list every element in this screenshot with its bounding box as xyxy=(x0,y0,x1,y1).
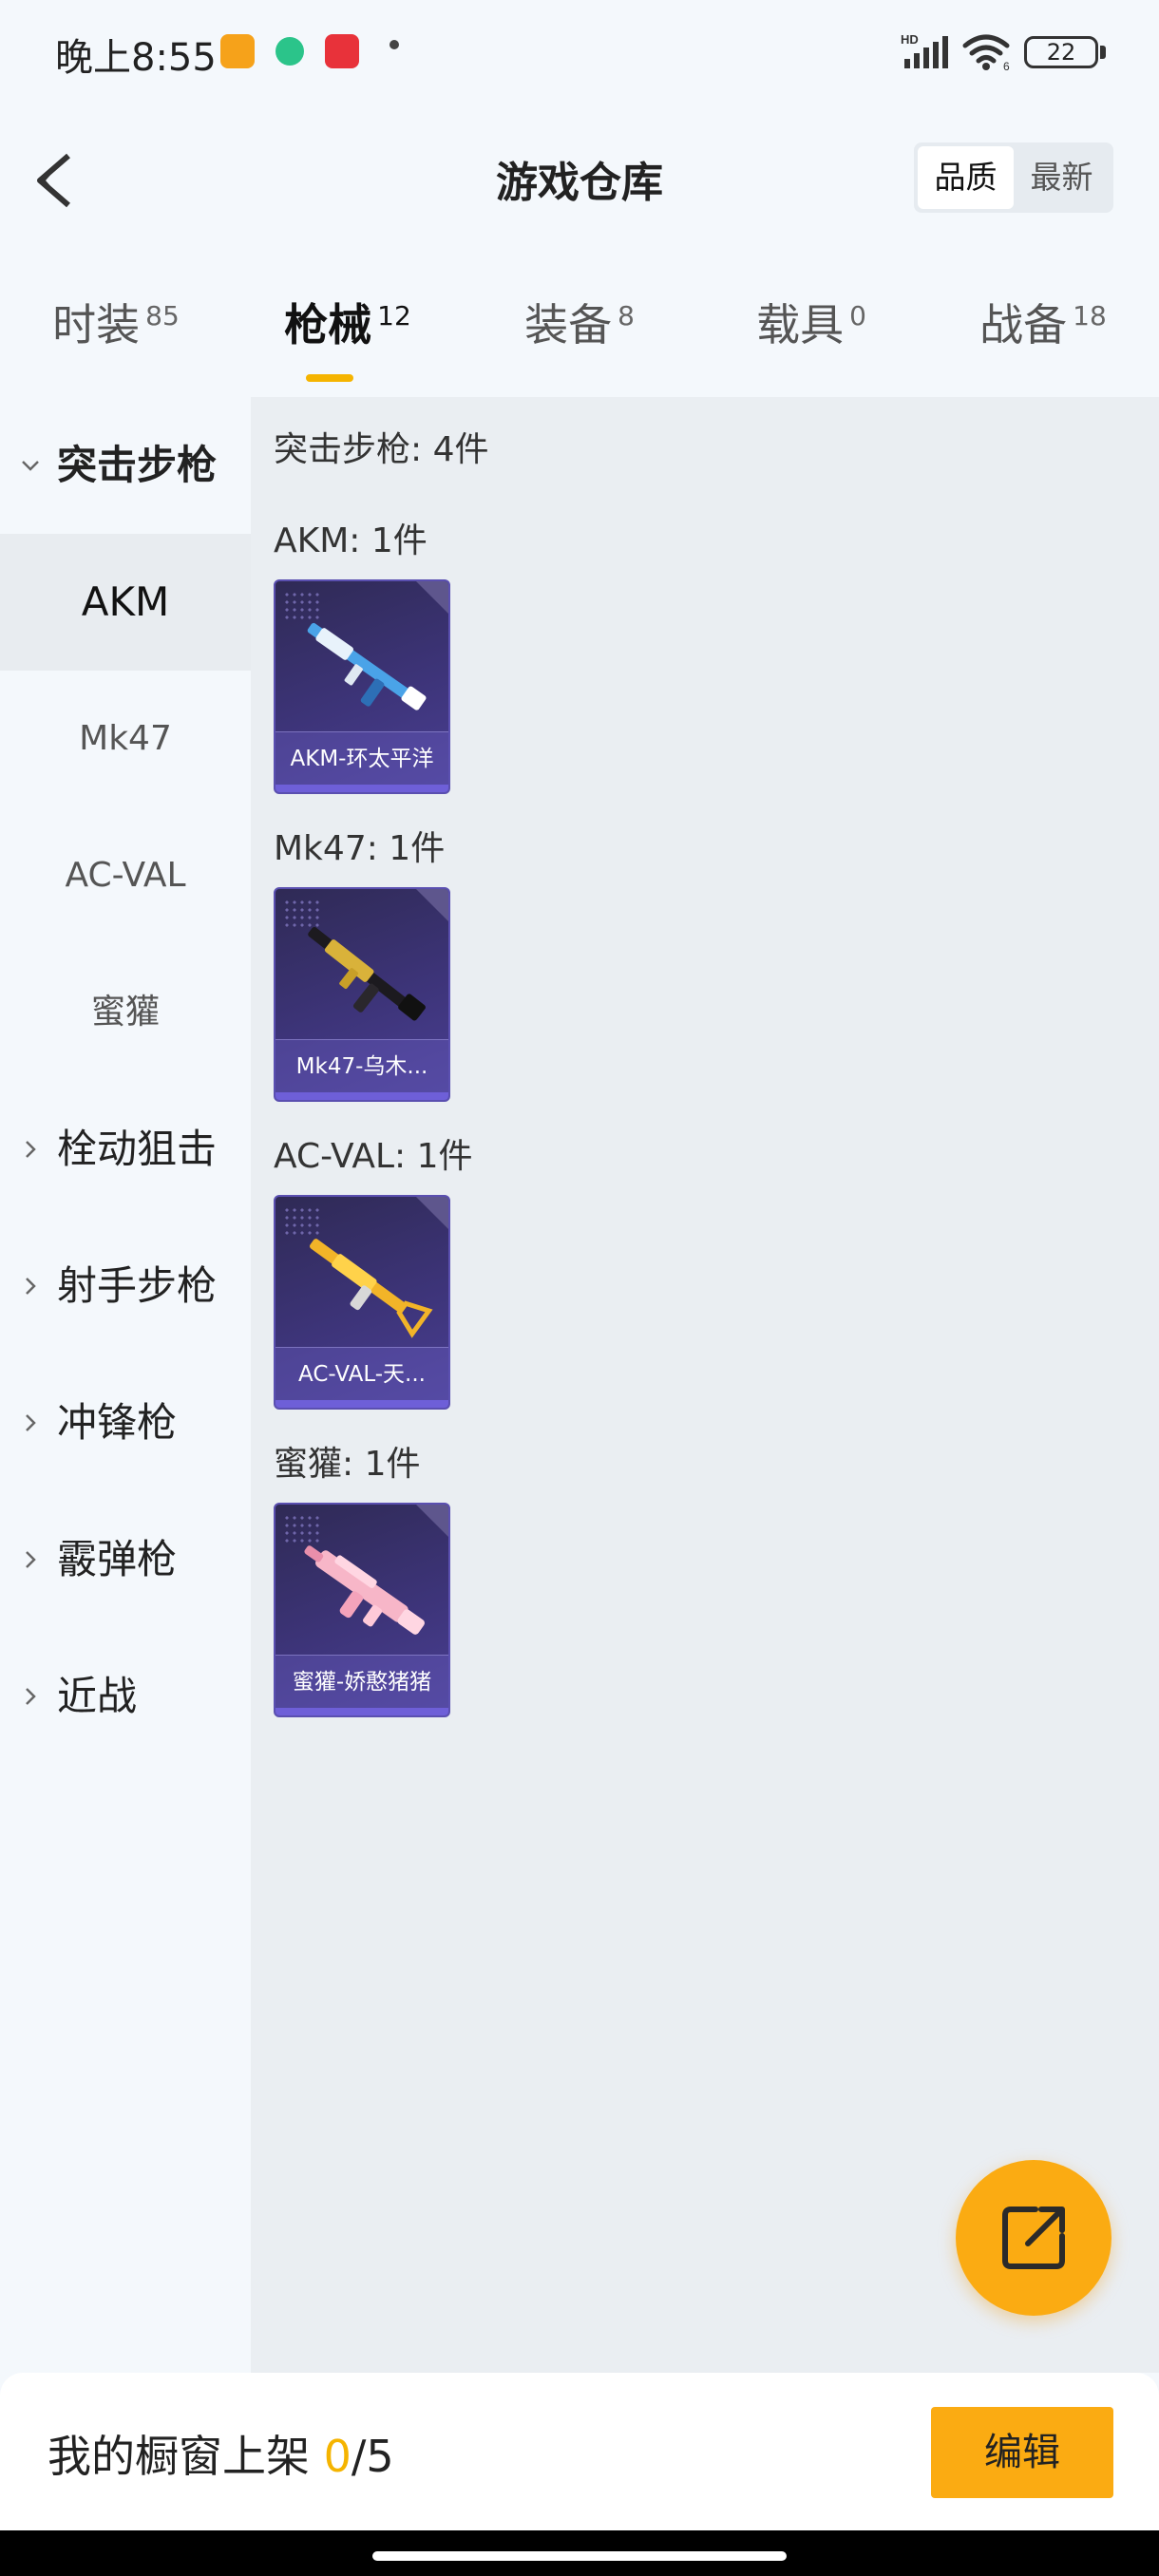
card-corner xyxy=(416,889,448,921)
sidebar-category-assault-rifle[interactable]: 突击步枪 xyxy=(0,397,251,534)
chevron-right-icon xyxy=(26,1688,36,1705)
sidebar-item-ac-val[interactable]: AC-VAL xyxy=(0,807,251,944)
group-header-honey-badger: 蜜獾: 1件 xyxy=(274,1445,421,1484)
battery-level: 22 xyxy=(1046,39,1076,66)
home-indicator[interactable] xyxy=(372,2551,787,2561)
tab-label: 装备 xyxy=(524,299,613,350)
warehouse-page: 晚上8:55 HD 6 22 游戏仓库 品质 最新 时装 85 枪械 12 装备… xyxy=(0,0,1159,2576)
chevron-right-icon xyxy=(26,1551,36,1568)
item-content-panel: 突击步枪: 4件 AKM: 1件 AKM-环太平洋 Mk47: 1件 Mk47-… xyxy=(251,397,1159,2373)
wifi-icon: 6 xyxy=(962,34,1010,72)
item-card-honey-badger[interactable]: 蜜獾-娇憨猪猪 xyxy=(274,1503,450,1717)
item-name: 蜜獾-娇憨猪猪 xyxy=(276,1655,448,1708)
sidebar-category-label: 突击步枪 xyxy=(57,442,218,488)
sidebar-category-label: 射手步枪 xyxy=(57,1262,218,1309)
tab-outfits[interactable]: 时装 85 xyxy=(0,275,232,389)
item-card-akm[interactable]: AKM-环太平洋 xyxy=(274,579,450,794)
sidebar-category-melee[interactable]: 近战 xyxy=(0,1628,251,1765)
group-header-ac-val: AC-VAL: 1件 xyxy=(274,1137,473,1176)
share-floating-button[interactable] xyxy=(956,2160,1112,2316)
sidebar-item-mk47[interactable]: Mk47 xyxy=(0,671,251,807)
network-type-label: HD xyxy=(901,32,919,47)
active-tab-indicator xyxy=(306,374,353,382)
sidebar-item-akm[interactable]: AKM xyxy=(0,534,251,671)
sort-toggle: 品质 最新 xyxy=(914,142,1113,213)
tab-label: 战备 xyxy=(979,299,1068,350)
item-name: Mk47-乌木... xyxy=(276,1039,448,1092)
sidebar-category-smg[interactable]: 冲锋枪 xyxy=(0,1354,251,1491)
status-time: 晚上8:55 xyxy=(55,36,217,80)
sidebar-category-marksman-rifle[interactable]: 射手步枪 xyxy=(0,1218,251,1354)
sidebar-category-label: 栓动狙击 xyxy=(57,1126,218,1172)
sidebar-category-label: 霰弹枪 xyxy=(57,1536,178,1582)
tab-label: 枪械 xyxy=(284,299,372,350)
card-corner xyxy=(416,581,448,614)
sidebar-category-bolt-sniper[interactable]: 栓动狙击 xyxy=(0,1081,251,1218)
chevron-right-icon xyxy=(26,1141,36,1158)
tab-count: 8 xyxy=(618,299,635,331)
showcase-bar: 我的橱窗上架 0/5 编辑 xyxy=(0,2373,1159,2530)
group-header-mk47: Mk47: 1件 xyxy=(274,829,446,868)
item-card-ac-val[interactable]: AC-VAL-天... xyxy=(274,1195,450,1410)
showcase-label: 我的橱窗上架 xyxy=(48,2431,310,2482)
tab-firearms[interactable]: 枪械 12 xyxy=(232,275,464,389)
sidebar-category-shotgun[interactable]: 霰弹枪 xyxy=(0,1491,251,1628)
svg-text:6: 6 xyxy=(1003,60,1010,72)
rarity-bar xyxy=(276,1708,448,1715)
chevron-down-icon xyxy=(22,461,39,471)
sort-option-quality[interactable]: 品质 xyxy=(918,146,1014,209)
tab-count: 0 xyxy=(849,299,866,331)
item-name: AC-VAL-天... xyxy=(276,1347,448,1400)
item-card-mk47[interactable]: Mk47-乌木... xyxy=(274,887,450,1102)
rarity-bar xyxy=(276,1092,448,1100)
notification-app-icon xyxy=(325,34,359,68)
battery-icon: 22 xyxy=(1024,36,1098,68)
back-arrow-icon xyxy=(37,153,70,208)
top-header: 游戏仓库 品质 最新 xyxy=(0,104,1159,256)
sort-option-latest[interactable]: 最新 xyxy=(1014,146,1110,209)
showcase-total-count: /5 xyxy=(351,2431,394,2482)
sidebar-category-label: 冲锋枪 xyxy=(57,1399,178,1446)
rifle-gold-skin-icon xyxy=(310,1239,433,1338)
category-tabs: 时装 85 枪械 12 装备 8 载具 0 战备 18 xyxy=(0,275,1159,389)
battery-cap xyxy=(1100,46,1106,59)
tab-label: 载具 xyxy=(756,299,845,350)
sidebar-category-label: 近战 xyxy=(57,1673,138,1719)
chevron-right-icon xyxy=(26,1278,36,1295)
rarity-bar xyxy=(276,785,448,792)
tab-count: 85 xyxy=(145,299,180,331)
rifle-blue-skin-icon xyxy=(307,622,427,710)
sidebar-item-honey-badger[interactable]: 蜜獾 xyxy=(0,944,251,1081)
back-button[interactable] xyxy=(19,142,95,218)
showcase-current-count: 0 xyxy=(323,2431,352,2482)
more-notifications-icon xyxy=(390,40,399,49)
tab-supplies[interactable]: 战备 18 xyxy=(927,275,1159,389)
notification-app-icon xyxy=(276,37,304,66)
tab-count: 12 xyxy=(377,299,411,331)
item-name: AKM-环太平洋 xyxy=(276,731,448,785)
showcase-status: 我的橱窗上架 0/5 xyxy=(48,2422,394,2485)
card-corner xyxy=(416,1197,448,1229)
chevron-right-icon xyxy=(26,1414,36,1431)
group-header-akm: AKM: 1件 xyxy=(274,521,428,560)
tab-equipment[interactable]: 装备 8 xyxy=(464,275,695,389)
system-navigation-bar xyxy=(0,2530,1159,2576)
tab-label: 时装 xyxy=(52,299,141,350)
cellular-signal-icon: HD xyxy=(901,32,948,68)
status-bar: 晚上8:55 HD 6 22 xyxy=(0,0,1159,104)
notification-app-icon xyxy=(220,34,255,68)
rifle-pink-skin-icon xyxy=(304,1545,425,1635)
edit-button[interactable]: 编辑 xyxy=(931,2407,1113,2498)
rarity-bar xyxy=(276,1400,448,1408)
weapon-sidebar: 突击步枪 AKM Mk47 AC-VAL 蜜獾 栓动狙击 射手步枪 冲锋枪 霰弹… xyxy=(0,397,251,2373)
rifle-black-gold-skin-icon xyxy=(308,926,426,1021)
tab-count: 18 xyxy=(1073,299,1107,331)
tab-vehicles[interactable]: 载具 0 xyxy=(695,275,927,389)
section-header: 突击步枪: 4件 xyxy=(274,430,489,469)
share-external-icon xyxy=(1002,2207,1065,2269)
card-corner xyxy=(416,1505,448,1537)
